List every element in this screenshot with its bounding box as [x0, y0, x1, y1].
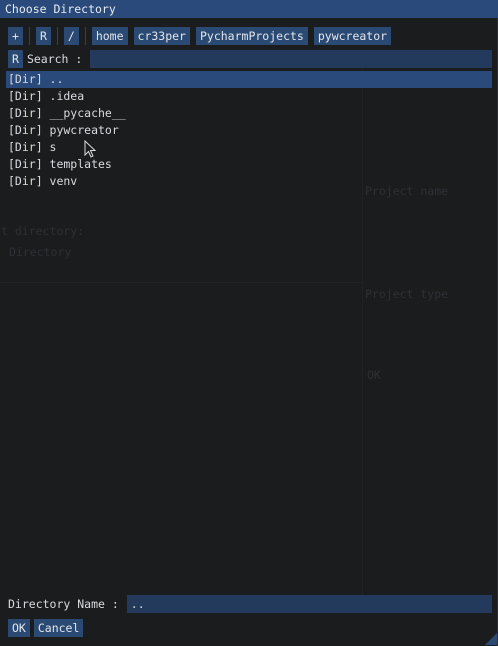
dialog-actions: OK Cancel [8, 619, 87, 637]
resize-grip-icon[interactable] [485, 633, 497, 645]
new-folder-button[interactable]: + [8, 27, 23, 45]
background-project-type-label: Project type [365, 287, 449, 301]
list-item-s[interactable]: [Dir] s [6, 139, 492, 156]
background-directory-value: Directory [9, 245, 72, 259]
list-item-parent[interactable]: [Dir] .. [6, 71, 492, 88]
directory-name-input[interactable] [126, 595, 492, 613]
toolbar-separator [84, 27, 86, 45]
search-label: Search : [26, 52, 83, 66]
path-toolbar: + R / home cr33per PycharmProjects pywcr… [8, 27, 397, 45]
cancel-button[interactable]: Cancel [33, 619, 84, 637]
search-row: R Search : [8, 50, 492, 68]
directory-list: [Dir] .. [Dir] .idea [Dir] __pycache__ [… [6, 71, 492, 190]
search-input[interactable] [90, 50, 492, 68]
path-segment-pywcreator[interactable]: pywcreator [313, 27, 392, 45]
toolbar-separator [56, 27, 58, 45]
dialog-title: Choose Directory [5, 2, 116, 16]
ok-button[interactable]: OK [8, 619, 30, 637]
path-segment-home[interactable]: home [91, 27, 128, 45]
list-item-pywcreator[interactable]: [Dir] pywcreator [6, 122, 492, 139]
root-path-button[interactable]: / [63, 27, 79, 45]
mouse-cursor-icon [84, 140, 96, 158]
directory-name-row: Directory Name : [8, 595, 492, 613]
list-item-idea[interactable]: [Dir] .idea [6, 88, 492, 105]
list-item-pycache[interactable]: [Dir] __pycache__ [6, 105, 492, 122]
background-ok-label: OK [367, 368, 381, 382]
path-segment-pycharmprojects[interactable]: PycharmProjects [195, 27, 308, 45]
path-segment-cr33per[interactable]: cr33per [133, 27, 190, 45]
reset-search-button[interactable]: R [8, 50, 23, 68]
list-item-venv[interactable]: [Dir] venv [6, 173, 492, 190]
reset-path-button[interactable]: R [35, 27, 51, 45]
toolbar-separator [28, 27, 30, 45]
dialog-title-bar[interactable]: Choose Directory [0, 0, 498, 18]
background-directory-label: t directory: [1, 224, 85, 238]
directory-name-label: Directory Name : [8, 597, 119, 611]
list-item-templates[interactable]: [Dir] templates [6, 156, 492, 173]
background-divider-horizontal [0, 282, 362, 283]
